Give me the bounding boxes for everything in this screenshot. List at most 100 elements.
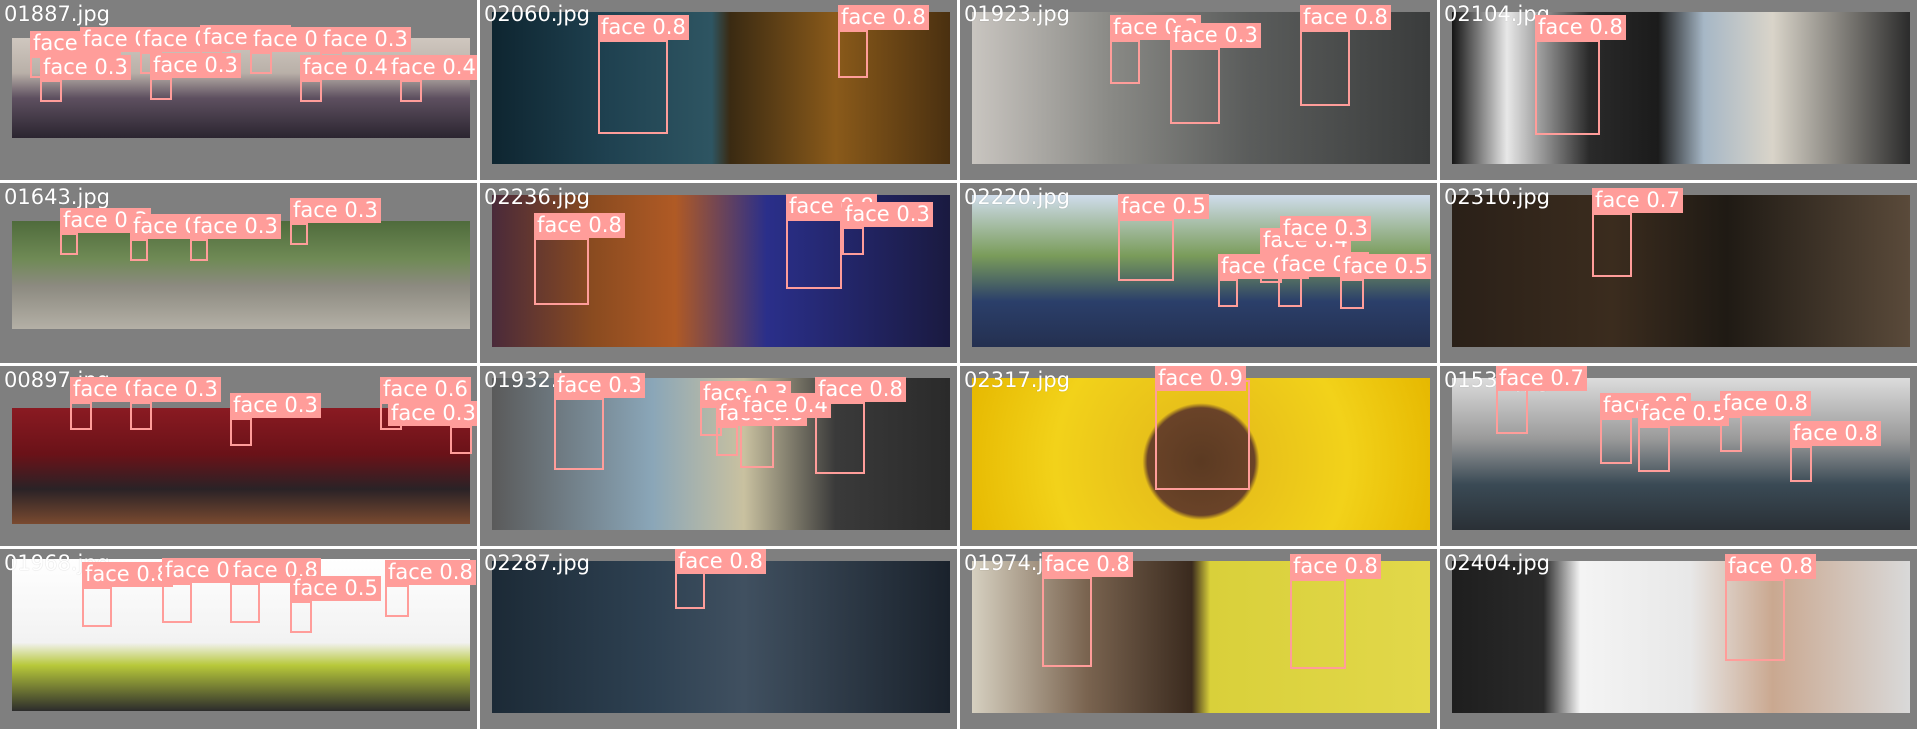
- face-bounding-box: [1638, 426, 1670, 472]
- face-bounding-box: [716, 426, 738, 456]
- face-bounding-box: [250, 52, 272, 74]
- face-confidence-label: face 0.6: [380, 377, 471, 402]
- face-confidence-label: face 0.3: [40, 55, 131, 80]
- face-confidence-label: face 0.3: [150, 53, 241, 78]
- image-filename: 02060.jpg: [484, 2, 590, 26]
- photo: [492, 561, 950, 713]
- face-confidence-label: face 0.8: [534, 213, 625, 238]
- image-filename: 02220.jpg: [964, 185, 1070, 209]
- tile-01932: 01932.jpgface 0.3face 0.3face 0.3face 0.…: [480, 366, 960, 549]
- tile-01643: 01643.jpg face 0.3 face 0.3 face 0.3 face 0.…: [0, 183, 480, 366]
- tile-02404: 02404.jpg face 0.8: [1440, 549, 1920, 732]
- face-bounding-box: [1170, 48, 1220, 124]
- tile-02317: 02317.jpg face 0.9: [960, 366, 1440, 549]
- face-bounding-box: [1155, 380, 1250, 490]
- face-confidence-label: face 0.8: [1290, 554, 1381, 579]
- face-bounding-box: [190, 239, 208, 261]
- face-bounding-box: [1118, 219, 1174, 281]
- face-confidence-label: face 0.3: [1280, 216, 1371, 241]
- tile-02220: 02220.jpgface 0.5face 0.3face 0.4face 0.…: [960, 183, 1440, 366]
- face-confidence-label: face 0.8: [1042, 552, 1133, 577]
- tile-00897: 00897.jpg face 0.4 face 0.3 face 0.3 face 0.…: [0, 366, 480, 549]
- face-bounding-box: [1535, 40, 1600, 135]
- tile-01923: 01923.jpg face 0.3 face 0.3 face 0.8: [960, 0, 1440, 183]
- image-filename: 01887.jpg: [4, 2, 110, 26]
- face-confidence-label: face 0.7: [1592, 188, 1683, 213]
- face-bounding-box: [786, 219, 842, 289]
- face-bounding-box: [1042, 577, 1092, 667]
- face-bounding-box: [60, 233, 78, 255]
- detection-mosaic: 01887.jpg face 0.3 face 0.3 face 0.3 face 0.…: [0, 0, 1920, 732]
- photo: [972, 561, 1430, 713]
- face-bounding-box: [40, 80, 62, 102]
- face-confidence-label: face 0.3: [554, 373, 645, 398]
- face-confidence-label: face 0.8: [385, 560, 476, 585]
- face-confidence-label: face 0.7: [1496, 366, 1587, 391]
- face-bounding-box: [385, 585, 409, 617]
- face-confidence-label: face 0.3: [290, 198, 381, 223]
- face-bounding-box: [1300, 30, 1350, 106]
- face-confidence-label: face 0.8: [1535, 15, 1626, 40]
- tile-02236: 02236.jpg face 0.8 face 0.8 face 0.3: [480, 183, 960, 366]
- image-filename: 02317.jpg: [964, 368, 1070, 392]
- face-confidence-label: face 0.5: [290, 576, 381, 601]
- face-confidence-label: face 0.3: [320, 27, 411, 52]
- face-bounding-box: [70, 402, 92, 430]
- face-bounding-box: [1725, 579, 1785, 661]
- face-bounding-box: [554, 398, 604, 470]
- face-confidence-label: face 0.8: [838, 5, 929, 30]
- image-filename: 01923.jpg: [964, 2, 1070, 26]
- face-bounding-box: [82, 587, 112, 627]
- face-confidence-label: face 0.8: [1790, 421, 1881, 446]
- face-confidence-label: face 0.8: [598, 15, 689, 40]
- tile-01533: 01533.jpgface 0.7face 0.8face 0.5face 0.…: [1440, 366, 1920, 549]
- face-bounding-box: [1278, 277, 1302, 307]
- face-bounding-box: [290, 601, 312, 633]
- tile-01974: 01974.jpg face 0.8 face 0.8: [960, 549, 1440, 732]
- face-bounding-box: [1600, 418, 1632, 464]
- face-confidence-label: face 0.3: [1170, 23, 1261, 48]
- face-bounding-box: [598, 40, 668, 134]
- tile-01968: 01968.jpg face 0.8 face 0.8 face 0.8 face 0.…: [0, 549, 480, 732]
- face-confidence-label: face 0.8: [1300, 5, 1391, 30]
- face-confidence-label: face 0.8: [1725, 554, 1816, 579]
- tile-02310: 02310.jpg face 0.7: [1440, 183, 1920, 366]
- tile-02060: 02060.jpg face 0.8 face 0.8: [480, 0, 960, 183]
- face-confidence-label: face 0.4: [388, 55, 477, 80]
- face-confidence-label: face 0.3: [842, 202, 933, 227]
- face-bounding-box: [400, 80, 422, 102]
- face-confidence-label: face 0.4: [300, 55, 391, 80]
- tile-01887: 01887.jpg face 0.3 face 0.3 face 0.3 face 0.…: [0, 0, 480, 183]
- face-confidence-label: face 0.5: [1638, 401, 1729, 426]
- face-bounding-box: [290, 223, 308, 245]
- photo: [1452, 561, 1910, 713]
- face-bounding-box: [230, 418, 252, 446]
- face-confidence-label: face 0.3: [388, 401, 477, 426]
- face-confidence-label: face 0.8: [815, 377, 906, 402]
- face-bounding-box: [534, 238, 589, 305]
- face-confidence-label: face 0.8: [675, 549, 766, 574]
- face-bounding-box: [300, 80, 322, 102]
- face-bounding-box: [230, 583, 260, 623]
- image-filename: 01643.jpg: [4, 185, 110, 209]
- face-bounding-box: [1496, 388, 1528, 434]
- photo: [1452, 195, 1910, 347]
- face-confidence-label: face 0.3: [230, 393, 321, 418]
- face-bounding-box: [162, 583, 192, 623]
- face-bounding-box: [1218, 279, 1238, 307]
- face-bounding-box: [1110, 40, 1140, 84]
- face-confidence-label: face 0.8: [82, 562, 173, 587]
- face-bounding-box: [842, 227, 864, 255]
- face-bounding-box: [1790, 446, 1812, 482]
- photo: [492, 12, 950, 164]
- tile-02287: 02287.jpg face 0.8: [480, 549, 960, 732]
- face-bounding-box: [838, 30, 868, 78]
- image-filename: 02310.jpg: [1444, 185, 1550, 209]
- face-bounding-box: [130, 402, 152, 430]
- photo: [1452, 12, 1910, 164]
- image-filename: 02287.jpg: [484, 551, 590, 575]
- face-confidence-label: face 0.5: [1118, 194, 1209, 219]
- face-bounding-box: [1290, 579, 1346, 669]
- face-confidence-label: face 0.3: [130, 377, 221, 402]
- face-bounding-box: [1340, 279, 1364, 309]
